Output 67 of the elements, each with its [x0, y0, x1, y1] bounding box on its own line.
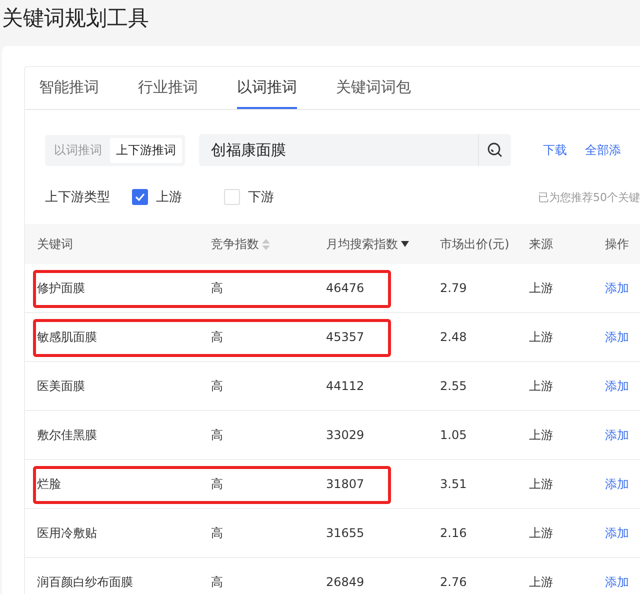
- action-link[interactable]: 全部添: [585, 142, 621, 158]
- table-cell-text: 44112: [326, 379, 366, 393]
- column-header: 来源: [529, 236, 553, 252]
- action-link[interactable]: 下载: [543, 142, 567, 158]
- table-cell-text: 高: [211, 476, 224, 492]
- table-cell-text: 上游: [529, 378, 554, 394]
- table-cell-text: 润百颜白纱布面膜: [37, 574, 134, 590]
- column-header: 操作: [605, 236, 629, 252]
- search-field[interactable]: 创福康面膜: [199, 134, 478, 166]
- mode-option[interactable]: 以词推词: [48, 138, 108, 162]
- table-cell-text: 高: [211, 524, 224, 542]
- search-button[interactable]: [478, 134, 511, 166]
- table-cell-text: 2.76: [440, 575, 468, 589]
- table-cell-text: 上游: [529, 426, 554, 444]
- table-cell-text: 3.51: [440, 477, 468, 491]
- tab[interactable]: 关键词词包: [336, 67, 411, 109]
- add-link[interactable]: 添加: [605, 328, 640, 346]
- table-cell-text: 上游: [529, 574, 554, 590]
- table-cell-text: 45357: [326, 330, 366, 344]
- add-link[interactable]: 添加: [605, 280, 640, 296]
- add-link[interactable]: 添加: [605, 378, 640, 394]
- table-cell-text: 医用冷敷贴: [37, 524, 98, 542]
- add-link[interactable]: 添加: [605, 426, 640, 444]
- table-cell-text: 敏感肌面膜: [37, 328, 98, 346]
- table-cell-text: 2.48: [440, 330, 468, 344]
- summary-text: 已为您推荐50个关键: [538, 190, 640, 204]
- column-header[interactable]: 竞争指数: [211, 236, 259, 252]
- column-header: 关键词: [37, 236, 73, 252]
- column-header: 市场出价(元): [440, 236, 510, 252]
- checkbox-label: 下游: [248, 189, 274, 206]
- table-cell-text: 上游: [529, 476, 554, 492]
- tab[interactable]: 行业推词: [138, 67, 198, 109]
- search-icon: [487, 142, 503, 158]
- add-link[interactable]: 添加: [605, 524, 640, 542]
- add-link[interactable]: 添加: [605, 574, 640, 590]
- table-cell-text: 高: [211, 280, 224, 296]
- checkbox[interactable]: [132, 189, 148, 205]
- table-cell-text: 高: [211, 328, 224, 346]
- table-cell-text: 上游: [529, 328, 554, 346]
- table-cell-text: 46476: [326, 281, 366, 295]
- table-cell-text: 烂脸: [37, 476, 62, 492]
- check-icon: [135, 193, 145, 201]
- column-header[interactable]: 月均搜索指数: [326, 236, 398, 252]
- table-cell-text: 2.16: [440, 526, 468, 540]
- tab[interactable]: 以词推词: [237, 67, 297, 109]
- filter-label: 上下游类型: [45, 189, 110, 206]
- table-cell-text: 2.79: [440, 281, 468, 295]
- table-cell-text: 高: [211, 574, 224, 590]
- table-cell-text: 高: [211, 378, 224, 394]
- table-cell-text: 31807: [326, 477, 366, 491]
- table-cell-text: 敷尔佳黑膜: [37, 426, 98, 444]
- tab[interactable]: 智能推词: [39, 67, 99, 109]
- sort-descending-icon[interactable]: [401, 241, 409, 247]
- table-cell-text: 1.05: [440, 428, 468, 442]
- mode-option[interactable]: 上下游推词: [110, 138, 182, 162]
- table-cell-text: 上游: [529, 524, 554, 542]
- table-cell-text: 31655: [326, 526, 366, 540]
- checkbox-label: 上游: [156, 189, 182, 206]
- table-cell-text: 33029: [326, 428, 366, 442]
- table-cell-text: 2.55: [440, 379, 468, 393]
- table-cell-text: 上游: [529, 280, 554, 296]
- table-cell-text: 医美面膜: [37, 378, 86, 394]
- add-link[interactable]: 添加: [605, 476, 640, 492]
- table-cell-text: 26849: [326, 575, 366, 589]
- page-title: 关键词规划工具: [1, 5, 150, 32]
- table-cell-text: 修护面膜: [37, 280, 86, 296]
- table-cell-text: 高: [211, 426, 224, 444]
